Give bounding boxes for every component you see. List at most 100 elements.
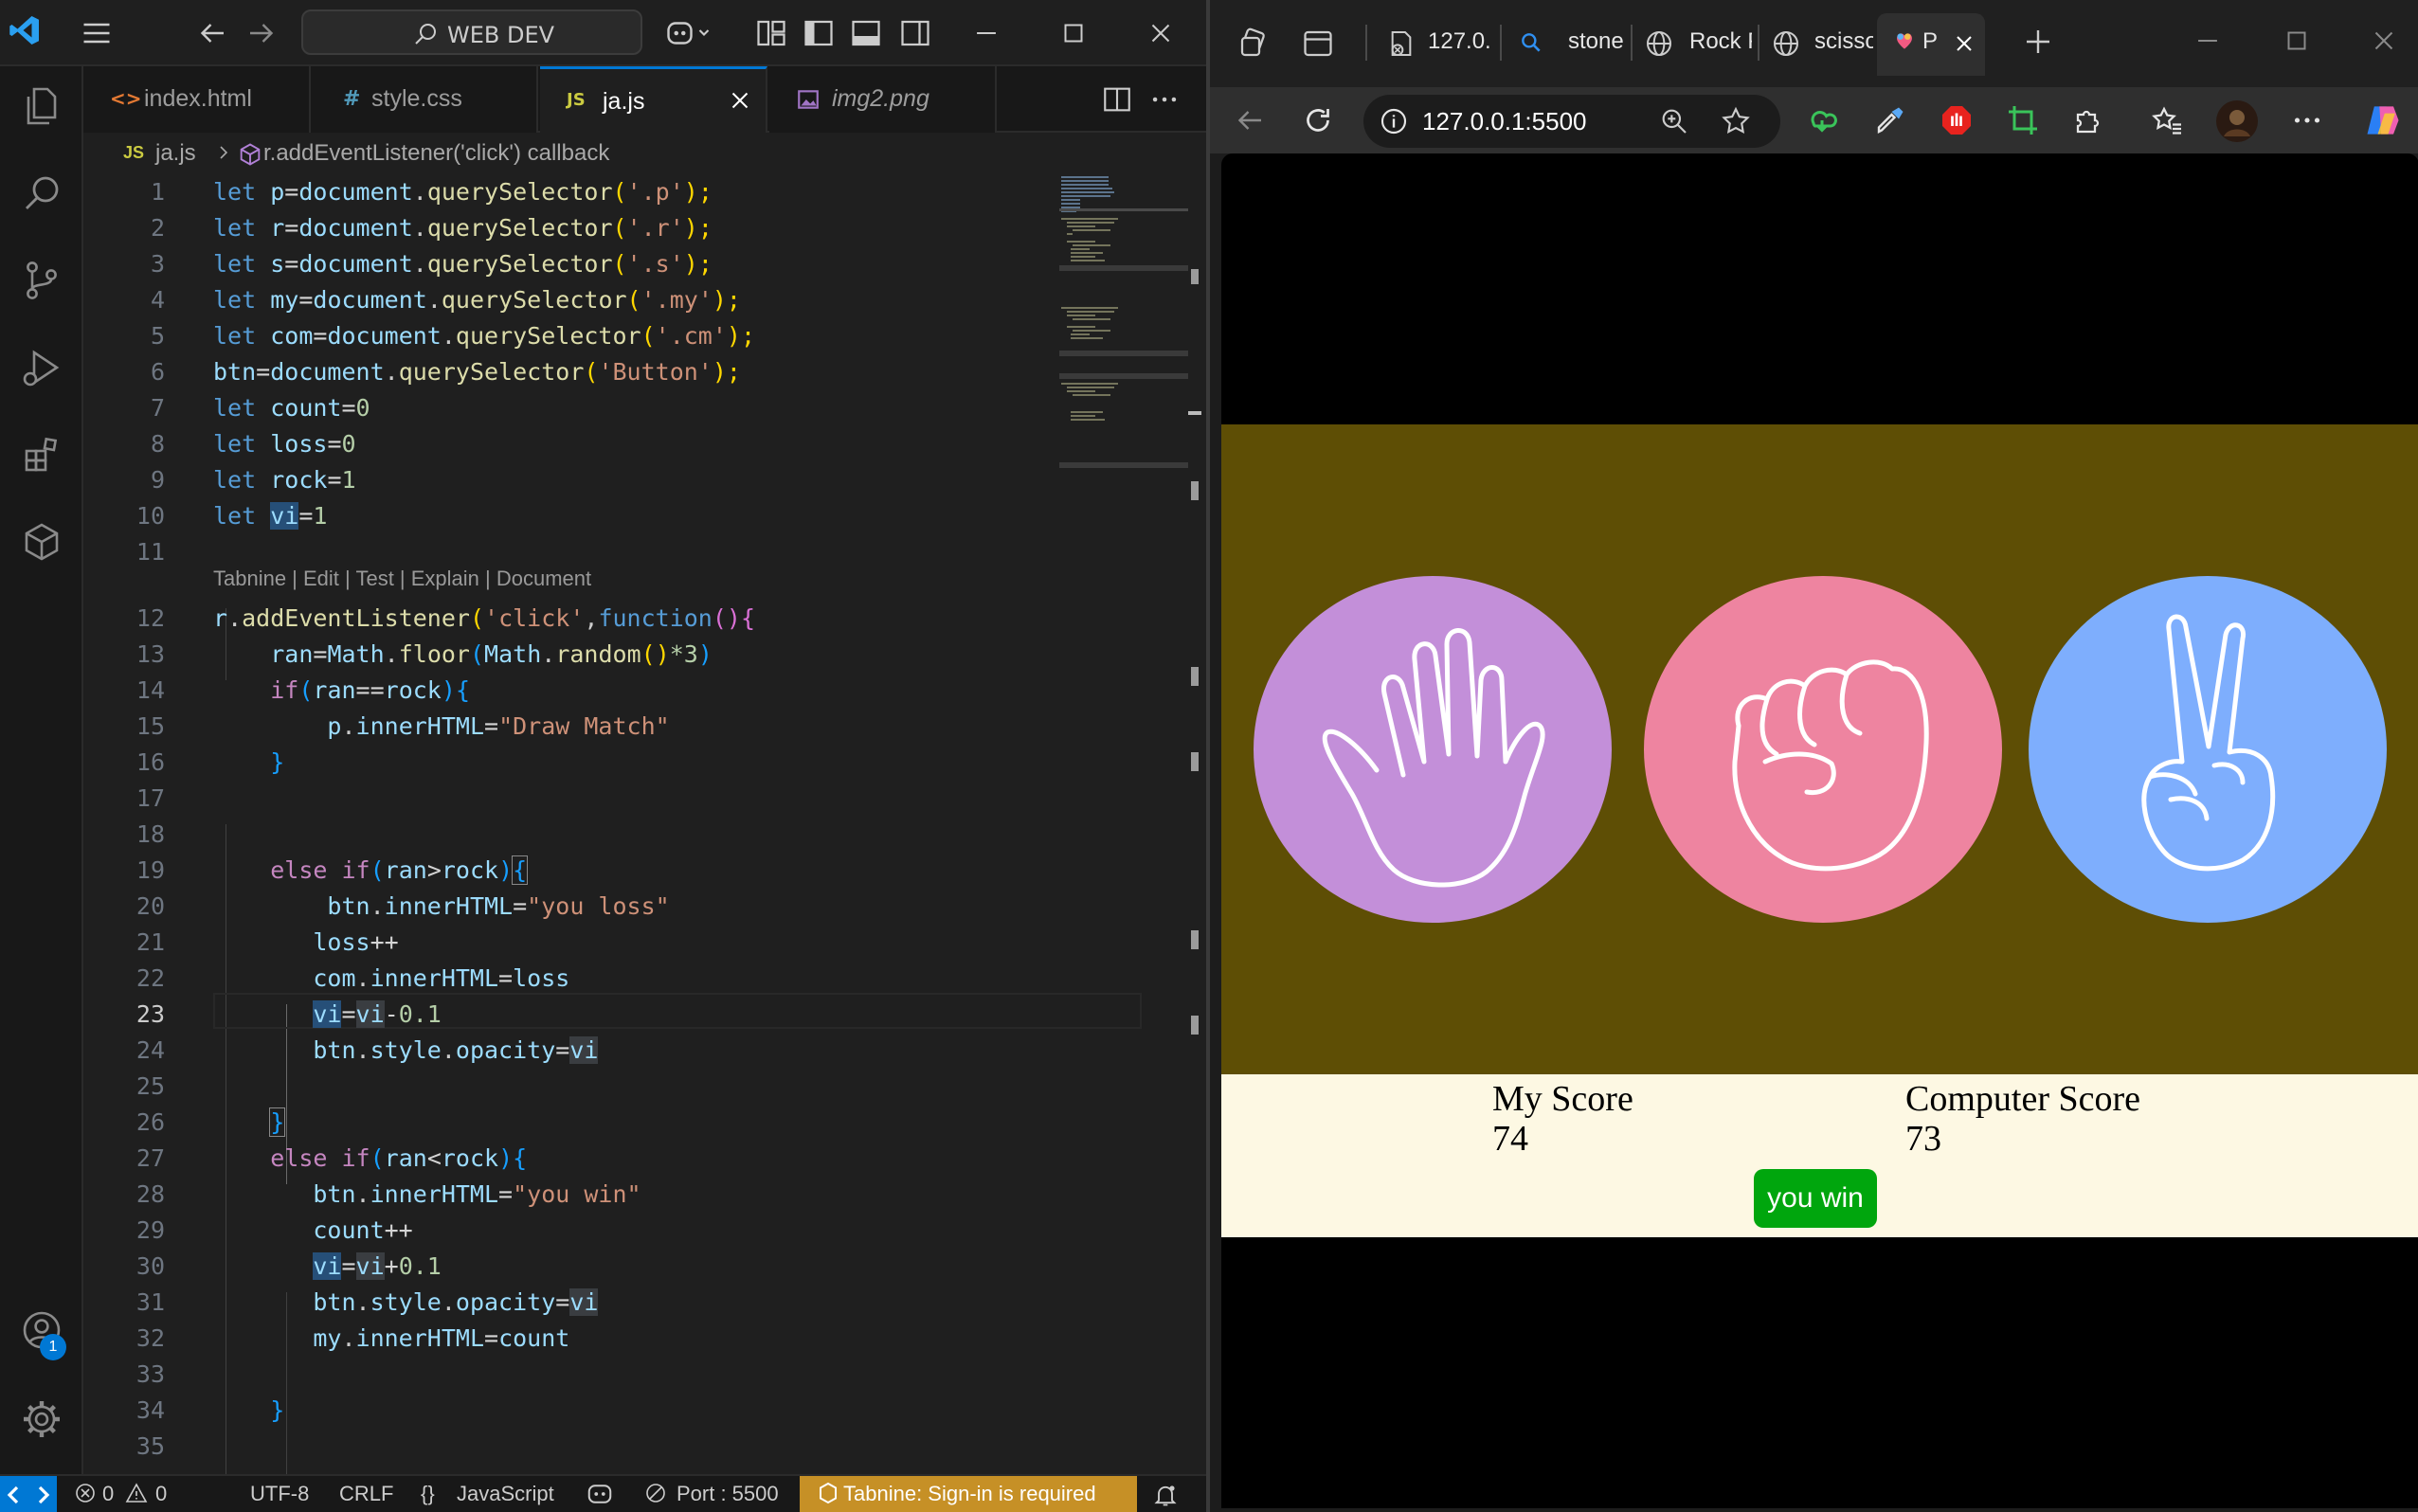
back-arrow-icon[interactable]: [1233, 103, 1267, 137]
line-number: 25: [135, 1072, 165, 1100]
tab-ja-js[interactable]: JS ja.js: [540, 66, 767, 133]
favorite-star-icon[interactable]: [1720, 105, 1752, 137]
copilot-icon[interactable]: [663, 16, 716, 50]
favorites-icon[interactable]: [2150, 103, 2184, 137]
remote-explorer-icon[interactable]: [19, 519, 64, 565]
search-icon: [411, 20, 440, 48]
forward-arrow-icon[interactable]: [244, 16, 279, 50]
accounts-icon[interactable]: 1: [19, 1307, 66, 1360]
remote-indicator[interactable]: [0, 1476, 57, 1512]
extensions-icon[interactable]: [19, 432, 64, 477]
eyedropper-icon[interactable]: [1873, 103, 1907, 137]
errors-icon[interactable]: [74, 1482, 97, 1506]
line-number: 3: [150, 250, 165, 278]
line-endings[interactable]: CRLF: [339, 1482, 393, 1506]
source-control-icon[interactable]: [19, 258, 64, 303]
scissors-choice-button[interactable]: [2029, 576, 2387, 923]
minimize-icon[interactable]: [970, 17, 1002, 49]
toggle-panel-icon[interactable]: [849, 16, 883, 50]
breadcrumb-symbol[interactable]: r.addEventListener('click') callback: [263, 140, 609, 167]
close-icon[interactable]: [1145, 17, 1177, 49]
tab-style-css[interactable]: # style.css: [311, 66, 538, 133]
line-number: 16: [135, 748, 165, 776]
maximize-icon[interactable]: [2281, 25, 2313, 57]
tab-label: img2.png: [832, 85, 929, 112]
browser-tab[interactable]: Rock P: [1634, 13, 1758, 74]
command-center-search[interactable]: WEB DEV: [301, 9, 642, 55]
warnings-icon[interactable]: [125, 1482, 148, 1506]
browser-tab[interactable]: stone: [1506, 13, 1638, 74]
back-arrow-icon[interactable]: [195, 16, 229, 50]
toggle-primary-sidebar-icon[interactable]: [802, 16, 836, 50]
breadcrumb-file[interactable]: ja.js: [155, 140, 196, 167]
minimize-icon[interactable]: [2192, 25, 2224, 57]
browser-tab-label: stone: [1568, 28, 1624, 54]
refresh-icon[interactable]: [1301, 103, 1335, 137]
maximize-icon[interactable]: [1057, 17, 1090, 49]
page-favicon-icon: [1892, 28, 1917, 53]
result-button[interactable]: you win: [1754, 1169, 1877, 1228]
code-line-5: let com=document.querySelector('.cm');: [213, 322, 756, 350]
language-mode[interactable]: JavaScript: [457, 1482, 554, 1506]
browser-tab[interactable]: 127.0.: [1377, 13, 1500, 74]
close-icon[interactable]: [2368, 25, 2400, 57]
vertical-scrollbar[interactable]: [1188, 174, 1203, 1474]
chevron-right-icon: [212, 138, 235, 167]
live-server-port[interactable]: Port : 5500: [677, 1482, 779, 1506]
minimap[interactable]: [1059, 174, 1192, 496]
workspaces-icon[interactable]: [1236, 27, 1271, 61]
code-editor[interactable]: 1 2 3 4 5 6 7 8 9 10 11 12 13 14 15 16 1…: [83, 174, 1206, 1512]
code-line-2: let r=document.querySelector('.r');: [213, 214, 713, 242]
tabnine-status[interactable]: Tabnine: Sign-in is required: [800, 1476, 1137, 1512]
browser-tab-label: P: [1922, 28, 1939, 54]
paper-choice-button[interactable]: [1254, 576, 1612, 923]
url-text: 127.0.0.1:5500: [1422, 107, 1587, 135]
extensions-puzzle-icon[interactable]: [2072, 103, 2106, 137]
copilot-icon[interactable]: [2362, 99, 2404, 141]
gear-icon[interactable]: [19, 1396, 64, 1442]
warning-count[interactable]: 0: [155, 1482, 167, 1506]
copilot-status-icon[interactable]: [586, 1482, 614, 1512]
menu-icon[interactable]: [80, 16, 114, 50]
search-icon[interactable]: [19, 171, 64, 216]
crop-icon[interactable]: [2006, 103, 2040, 137]
accounts-badge: 1: [40, 1334, 66, 1360]
notifications-bell-icon[interactable]: [1152, 1482, 1179, 1508]
site-info-icon[interactable]: [1379, 106, 1409, 136]
code-line-6: btn=document.querySelector('Button');: [213, 358, 741, 386]
code-line-25: }: [269, 1107, 286, 1137]
new-tab-icon[interactable]: [2021, 25, 2055, 59]
rock-choice-button[interactable]: [1644, 576, 2002, 923]
browser-tab-active[interactable]: P: [1877, 13, 1985, 76]
settings-more-icon[interactable]: [2290, 103, 2324, 137]
address-bar[interactable]: 127.0.0.1:5500: [1363, 95, 1780, 148]
customize-layout-icon[interactable]: [754, 16, 788, 50]
page-viewport: My Score 74 Computer Score 73 you win: [1221, 153, 2418, 1508]
vpn-extension-icon[interactable]: [1805, 103, 1839, 137]
encoding[interactable]: UTF-8: [250, 1482, 309, 1506]
tab-index-html[interactable]: <> index.html: [83, 66, 311, 133]
run-debug-icon[interactable]: [19, 345, 64, 390]
explorer-icon[interactable]: [19, 83, 64, 129]
broadcast-icon[interactable]: [644, 1482, 667, 1506]
line-number: 12: [135, 604, 165, 632]
code-line-8: let loss=0: [213, 430, 356, 458]
tab-actions-icon[interactable]: [1301, 27, 1335, 61]
close-tab-icon[interactable]: [1951, 30, 1977, 57]
line-number: 22: [135, 964, 165, 992]
toggle-secondary-sidebar-icon[interactable]: [898, 16, 932, 50]
zoom-icon[interactable]: [1659, 106, 1689, 136]
tabnine-codelens[interactable]: Tabnine | Edit | Test | Explain | Docume…: [213, 567, 591, 591]
code-line-10: let vi=1: [213, 502, 328, 530]
adblock-icon[interactable]: [1940, 103, 1974, 137]
profile-avatar[interactable]: [2214, 99, 2260, 144]
error-count[interactable]: 0: [102, 1482, 114, 1506]
browser-tab[interactable]: scisso: [1761, 13, 1875, 74]
tab-img2-png[interactable]: img2.png: [769, 66, 997, 133]
line-number: 8: [150, 430, 165, 458]
line-number: 20: [135, 892, 165, 920]
more-actions-icon[interactable]: [1148, 83, 1181, 116]
tab-close-icon[interactable]: [726, 86, 754, 115]
code-line-12: r.addEventListener('click',function(){: [213, 604, 756, 632]
split-editor-icon[interactable]: [1101, 83, 1133, 116]
